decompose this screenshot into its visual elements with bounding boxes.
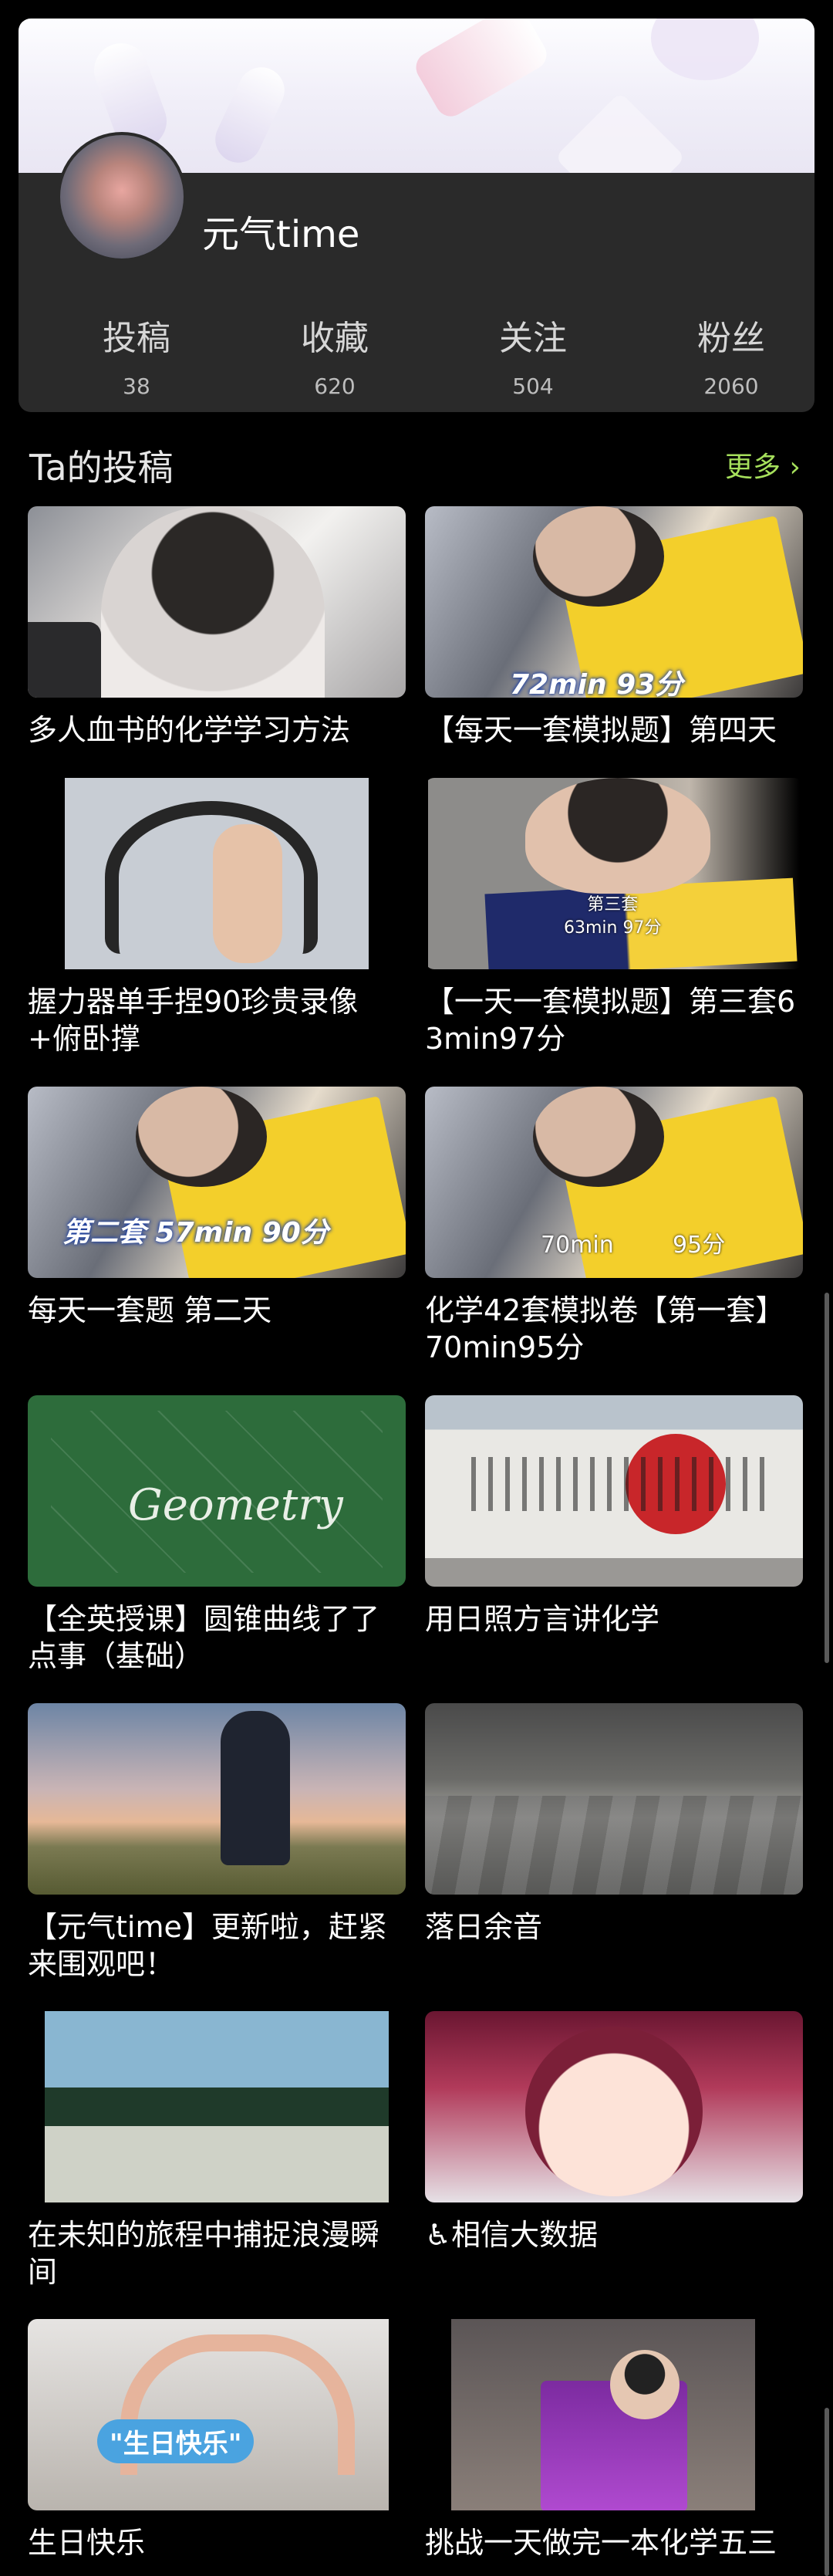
video-title[interactable]: 【一天一套模拟题】第三套63min97分 bbox=[425, 983, 803, 1057]
video-thumbnail[interactable]: 70min 95分 bbox=[425, 1087, 803, 1278]
video-title[interactable]: 每天一套题 第二天 bbox=[28, 1292, 406, 1329]
video-card[interactable]: ♿相信大数据 bbox=[425, 2011, 803, 2253]
video-thumbnail[interactable] bbox=[28, 778, 406, 969]
video-title[interactable]: 挑战一天做完一本化学五三 bbox=[425, 2524, 803, 2561]
video-card[interactable]: 用日照方言讲化学 bbox=[425, 1395, 803, 1638]
video-thumbnail[interactable] bbox=[425, 2011, 803, 2202]
video-thumbnail[interactable]: 72min 93分 bbox=[425, 506, 803, 698]
stat-submissions[interactable]: 投稿 38 bbox=[59, 310, 214, 399]
video-thumbnail[interactable] bbox=[425, 2319, 803, 2510]
thumbnail-overlay-text: 第三套 63min 97分 bbox=[564, 895, 662, 938]
video-thumbnail[interactable] bbox=[28, 2319, 406, 2510]
video-card[interactable]: 生日快乐 bbox=[28, 2319, 406, 2561]
section-title: Ta的投稿 bbox=[29, 447, 174, 488]
video-title[interactable]: 生日快乐 bbox=[28, 2524, 406, 2561]
video-title[interactable]: 在未知的旅程中捕捉浪漫瞬间 bbox=[28, 2216, 406, 2290]
profile-card: 元气time 投稿 38 收藏 620 关注 504 粉丝 2060 bbox=[19, 19, 814, 412]
video-card[interactable]: 落日余音 bbox=[425, 1703, 803, 1946]
stat-label: 关注 bbox=[499, 319, 567, 358]
thumbnail-overlay-text: 72min 93分 bbox=[510, 669, 683, 698]
video-card[interactable]: 72min 93分 【每天一套模拟题】第四天 bbox=[425, 506, 803, 749]
video-thumbnail[interactable]: 第三套 63min 97分 bbox=[425, 778, 803, 969]
video-thumbnail[interactable] bbox=[28, 2011, 406, 2202]
more-link[interactable]: 更多 › bbox=[725, 445, 801, 485]
stat-value: 620 bbox=[314, 374, 356, 399]
video-card[interactable]: 【元气time】更新啦，赶紧来围观吧！ bbox=[28, 1703, 406, 1983]
stat-followers[interactable]: 粉丝 2060 bbox=[654, 310, 808, 399]
video-thumbnail[interactable] bbox=[28, 506, 406, 698]
stat-following[interactable]: 关注 504 bbox=[456, 310, 610, 399]
video-card[interactable]: 挑战一天做完一本化学五三 bbox=[425, 2319, 803, 2561]
video-card[interactable]: 在未知的旅程中捕捉浪漫瞬间 bbox=[28, 2011, 406, 2290]
video-title[interactable]: 化学42套模拟卷【第一套】70min95分 bbox=[425, 1292, 803, 1366]
avatar[interactable] bbox=[57, 132, 187, 262]
stat-label: 投稿 bbox=[103, 319, 170, 358]
video-card[interactable]: 第二套 57min 90分 每天一套题 第二天 bbox=[28, 1087, 406, 1329]
video-card[interactable]: 握力器单手捏90珍贵录像+俯卧撑 bbox=[28, 778, 406, 1057]
video-title[interactable]: 用日照方言讲化学 bbox=[425, 1601, 803, 1638]
thumbnail-overlay-text: 第二套 57min 90分 bbox=[62, 1217, 329, 1249]
video-thumbnail[interactable] bbox=[28, 1395, 406, 1587]
video-thumbnail[interactable]: 第二套 57min 90分 bbox=[28, 1087, 406, 1278]
video-card[interactable]: 第三套 63min 97分 【一天一套模拟题】第三套63min97分 bbox=[425, 778, 803, 1057]
video-title[interactable]: 【元气time】更新啦，赶紧来围观吧！ bbox=[28, 1908, 406, 1983]
stat-favorites[interactable]: 收藏 620 bbox=[258, 310, 412, 399]
video-title[interactable]: 【每天一套模拟题】第四天 bbox=[425, 712, 803, 749]
video-title[interactable]: ♿相信大数据 bbox=[425, 2216, 803, 2253]
stat-label: 收藏 bbox=[301, 319, 369, 358]
video-title[interactable]: 落日余音 bbox=[425, 1908, 803, 1946]
stat-value: 38 bbox=[123, 374, 150, 399]
username: 元气time bbox=[202, 213, 360, 256]
video-title[interactable]: 多人血书的化学学习方法 bbox=[28, 712, 406, 749]
scrollbar-thumb[interactable] bbox=[825, 1293, 829, 1663]
video-card[interactable]: 70min 95分 化学42套模拟卷【第一套】70min95分 bbox=[425, 1087, 803, 1366]
video-card[interactable]: 【全英授课】圆锥曲线了了点事（基础） bbox=[28, 1395, 406, 1675]
video-thumbnail[interactable] bbox=[425, 1395, 803, 1587]
stat-value: 2060 bbox=[703, 374, 759, 399]
video-title[interactable]: 握力器单手捏90珍贵录像+俯卧撑 bbox=[28, 983, 406, 1057]
stat-label: 粉丝 bbox=[697, 319, 765, 358]
video-thumbnail[interactable] bbox=[425, 1703, 803, 1895]
thumbnail-overlay-text: 70min 95分 bbox=[541, 1232, 726, 1259]
video-thumbnail[interactable] bbox=[28, 1703, 406, 1895]
video-title[interactable]: 【全英授课】圆锥曲线了了点事（基础） bbox=[28, 1601, 406, 1675]
stat-value: 504 bbox=[512, 374, 554, 399]
video-card[interactable]: 多人血书的化学学习方法 bbox=[28, 506, 406, 749]
scrollbar-thumb-secondary[interactable] bbox=[825, 2408, 829, 2576]
